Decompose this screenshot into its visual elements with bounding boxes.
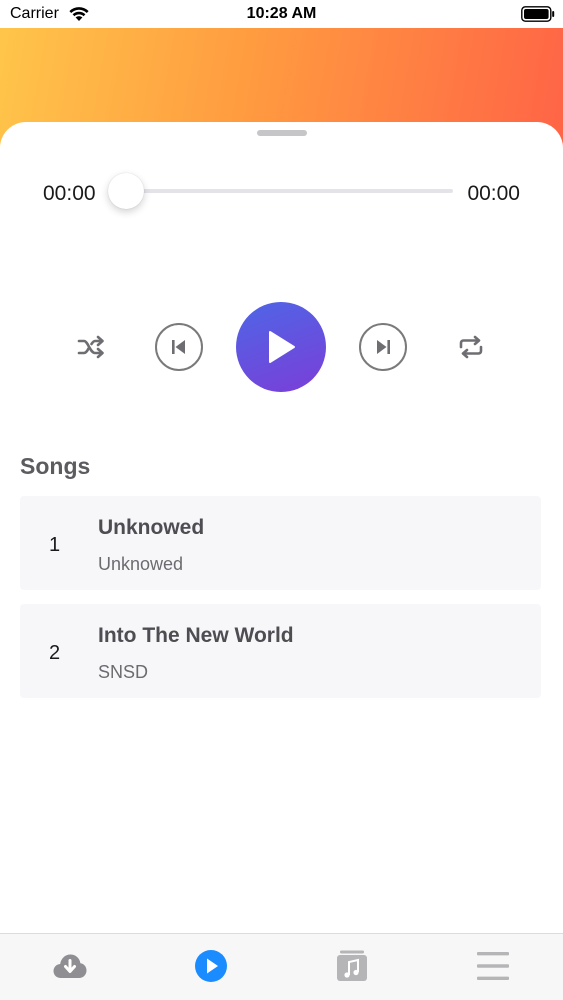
song-list-item[interactable]: 1 Unknowed Unknowed [20,496,541,590]
song-index: 1 [49,534,61,556]
tab-menu[interactable] [475,948,511,984]
song-artist: SNSD [98,662,149,682]
progress-slider-thumb[interactable] [108,173,144,209]
skip-previous-icon [172,340,185,354]
battery-icon [521,6,555,22]
song-index: 2 [49,642,61,664]
player-sheet: 00:00 00:00 Songs 1 Unknowed Unknowed 2 … [0,122,563,934]
play-button[interactable] [236,302,326,392]
songs-section-title: Songs [20,453,91,479]
status-bar: Carrier 10:28 AM [0,0,563,28]
progress-slider-track[interactable] [124,189,453,193]
total-time: 00:00 [467,182,520,205]
tab-bar [0,933,563,1000]
tab-player[interactable] [193,948,229,984]
shuffle-icon [77,335,104,359]
menu-icon [477,952,509,980]
music-player-screen: Carrier 10:28 AM 00:00 00:00 Songs 1 Unk… [0,0,563,1000]
repeat-button[interactable] [454,330,488,364]
repeat-icon [459,335,483,359]
previous-track-button[interactable] [155,323,203,371]
play-circle-icon [195,950,227,982]
tab-download[interactable] [52,948,88,984]
song-list: 1 Unknowed Unknowed 2 Into The New World… [20,496,541,712]
status-time: 10:28 AM [246,5,317,22]
song-artist: Unknowed [98,554,184,574]
song-title: Unknowed [98,516,205,539]
shuffle-button[interactable] [74,330,108,364]
sheet-drag-handle[interactable] [256,130,307,136]
song-list-item[interactable]: 2 Into The New World SNSD [20,604,541,698]
current-time: 00:00 [43,182,96,205]
next-track-button[interactable] [359,323,407,371]
playback-controls [0,302,563,392]
song-title: Into The New World [98,624,294,647]
skip-next-icon [377,340,390,354]
cloud-download-icon [53,954,87,978]
play-icon [269,331,295,363]
tab-library[interactable] [334,948,370,984]
music-library-icon [337,950,367,981]
